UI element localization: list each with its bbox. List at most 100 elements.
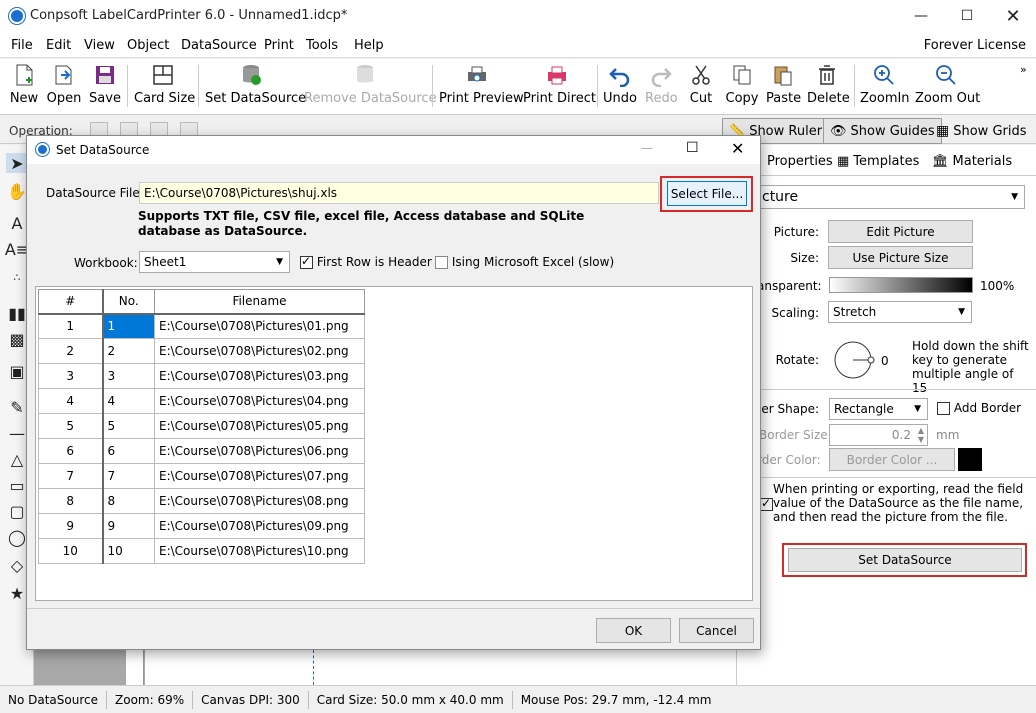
transparency-slider[interactable] <box>829 277 973 293</box>
save-icon <box>96 66 114 84</box>
paste-icon <box>774 66 792 86</box>
minimize-icon[interactable]: — <box>898 0 944 32</box>
card-surface[interactable] <box>145 650 736 685</box>
app-logo-icon <box>9 8 25 24</box>
workbook-select[interactable]: Sheet1 ▼ <box>139 251 290 273</box>
delete-button[interactable]: Delete <box>807 63 850 111</box>
print-direct-button[interactable]: Print Direct <box>523 63 596 111</box>
table-row[interactable]: 2 2 E:\Course\0708\Pictures\02.png <box>38 338 365 364</box>
cut-button[interactable]: Cut <box>689 63 713 111</box>
table-row[interactable]: 6 6 E:\Course\0708\Pictures\06.png <box>38 438 365 464</box>
pen-icon[interactable]: ✎ <box>6 397 28 417</box>
column-header-no[interactable]: No. <box>102 289 155 315</box>
read-from-datasource-checkbox[interactable] <box>760 496 773 511</box>
table-row[interactable]: 4 4 E:\Course\0708\Pictures\04.png <box>38 388 365 414</box>
table-row[interactable]: 8 8 E:\Course\0708\Pictures\08.png <box>38 488 365 514</box>
show-guides-toggle[interactable]: 👁 Show Guides <box>823 118 942 144</box>
database-icon <box>243 65 261 85</box>
status-datasource: No DataSource <box>0 690 107 709</box>
zoom-in-button[interactable]: ZoomIn <box>860 63 910 111</box>
diamond-icon[interactable]: ◇ <box>6 555 28 575</box>
table-row[interactable]: 1 1 E:\Course\0708\Pictures\01.png <box>38 313 365 339</box>
hand-icon[interactable]: ✋ <box>6 181 28 201</box>
copy-button[interactable]: Copy <box>725 63 759 111</box>
set-datasource-dialog: Set DataSource — ☐ ✕ DataSource File: E:… <box>26 135 761 650</box>
dialog-close-icon[interactable]: ✕ <box>731 139 744 158</box>
dialog-minimize-icon[interactable]: — <box>641 141 653 155</box>
cancel-button[interactable]: Cancel <box>679 618 754 643</box>
triangle-icon[interactable]: △ <box>6 449 28 469</box>
border-color-swatch[interactable] <box>958 448 982 471</box>
datasource-grid[interactable]: # No. Filename 1 1 E:\Course\0708\Pictures… <box>35 286 753 601</box>
line-icon[interactable]: — <box>6 423 28 443</box>
column-header-row-number[interactable]: # <box>38 289 104 315</box>
menu-file[interactable]: File <box>11 38 33 53</box>
table-row[interactable]: 3 3 E:\Course\0708\Pictures\03.png <box>38 363 365 389</box>
add-border-checkbox[interactable]: Add Border <box>937 401 1021 415</box>
set-datasource-button[interactable]: Set DataSource <box>788 548 1022 572</box>
table-row[interactable]: 5 5 E:\Course\0708\Pictures\05.png <box>38 413 365 439</box>
first-row-header-checkbox[interactable]: First Row is Header <box>300 254 432 269</box>
save-button[interactable]: Save <box>89 63 121 111</box>
select-arrow-icon[interactable]: ➤ <box>6 153 28 173</box>
remove-datasource-button[interactable]: Remove DataSource <box>304 63 437 111</box>
text-icon[interactable]: A <box>6 213 28 233</box>
column-header-filename[interactable]: Filename <box>154 289 365 315</box>
rounded-rect-icon[interactable]: ▢ <box>6 501 28 521</box>
menu-edit[interactable]: Edit <box>46 38 71 53</box>
menu-datasource[interactable]: DataSource <box>181 38 257 53</box>
use-excel-checkbox[interactable]: Ising Microsoft Excel (slow) <box>435 255 614 269</box>
set-datasource-toolbar-button[interactable]: Set DataSource <box>205 63 306 111</box>
star-icon[interactable]: ★ <box>6 583 28 603</box>
table-row[interactable]: 7 7 E:\Course\0708\Pictures\07.png <box>38 463 365 489</box>
select-file-button[interactable]: Select File... <box>667 181 747 206</box>
datasource-file-input[interactable]: E:\Course\0708\Pictures\shuj.xls <box>139 182 659 204</box>
table-row[interactable]: 10 10 E:\Course\0708\Pictures\10.png <box>38 538 365 564</box>
border-size-label: Border Size: <box>759 428 832 442</box>
edit-picture-button[interactable]: Edit Picture <box>828 220 973 243</box>
datasource-hint: When printing or exporting, read the fie… <box>773 482 1024 524</box>
dialog-maximize-icon[interactable]: ☐ <box>686 140 699 156</box>
undo-button[interactable]: Undo <box>603 63 637 111</box>
arc-text-icon[interactable]: ∴ <box>6 267 28 287</box>
paste-button[interactable]: Paste <box>766 63 801 111</box>
spinner-arrows-icon[interactable]: ▲ ▼ <box>918 426 924 444</box>
new-button[interactable]: New <box>8 63 40 111</box>
tab-properties[interactable]: Properties <box>767 154 833 169</box>
picture-icon[interactable]: ▣ <box>6 361 28 381</box>
open-button[interactable]: Open <box>46 63 82 111</box>
barcode-icon[interactable]: ▮▮ <box>6 303 28 323</box>
card-size-button[interactable]: Card Size <box>134 63 195 111</box>
object-type-select[interactable]: cture ▼ <box>757 185 1025 209</box>
print-preview-button[interactable]: Print Preview <box>439 63 524 111</box>
zoom-in-icon <box>874 65 894 85</box>
menu-tools[interactable]: Tools <box>306 38 338 53</box>
border-shape-select[interactable]: Rectangle ▼ <box>829 398 928 420</box>
rotate-dial[interactable] <box>833 340 879 380</box>
scaling-select[interactable]: Stretch ▼ <box>828 301 972 323</box>
use-picture-size-button[interactable]: Use Picture Size <box>828 246 973 269</box>
menu-object[interactable]: Object <box>127 38 169 53</box>
toolbar-overflow-icon[interactable]: » <box>1020 63 1027 76</box>
table-row[interactable]: 9 9 E:\Course\0708\Pictures\09.png <box>38 513 365 539</box>
close-icon[interactable]: ✕ <box>990 0 1036 32</box>
zoom-out-button[interactable]: Zoom Out <box>915 63 980 111</box>
menu-print[interactable]: Print <box>264 38 294 53</box>
multiline-text-icon[interactable]: A≡ <box>5 239 29 259</box>
tab-templates[interactable]: ▦ Templates <box>837 154 919 169</box>
ellipse-icon[interactable]: ◯ <box>6 527 28 547</box>
show-grids-toggle[interactable]: ▦ Show Grids <box>930 118 1033 144</box>
database-disabled-icon <box>357 65 373 83</box>
qrcode-icon[interactable]: ▩ <box>6 329 28 349</box>
ok-button[interactable]: OK <box>596 618 671 643</box>
rectangle-icon[interactable]: ▭ <box>6 475 28 495</box>
border-color-button[interactable]: Border Color ... <box>829 448 955 471</box>
maximize-icon[interactable]: ☐ <box>944 0 990 32</box>
tab-materials[interactable]: 🏛 Materials <box>932 154 1012 169</box>
menu-view[interactable]: View <box>84 38 115 53</box>
menu-help[interactable]: Help <box>354 38 384 53</box>
border-color-label: rder Color: <box>757 453 821 467</box>
redo-button[interactable]: Redo <box>645 63 678 111</box>
window-titlebar: Conpsoft LabelCardPrinter 6.0 - Unnamed1… <box>0 0 1036 32</box>
border-size-spinner[interactable]: 0.2 ▲ ▼ <box>829 424 928 446</box>
